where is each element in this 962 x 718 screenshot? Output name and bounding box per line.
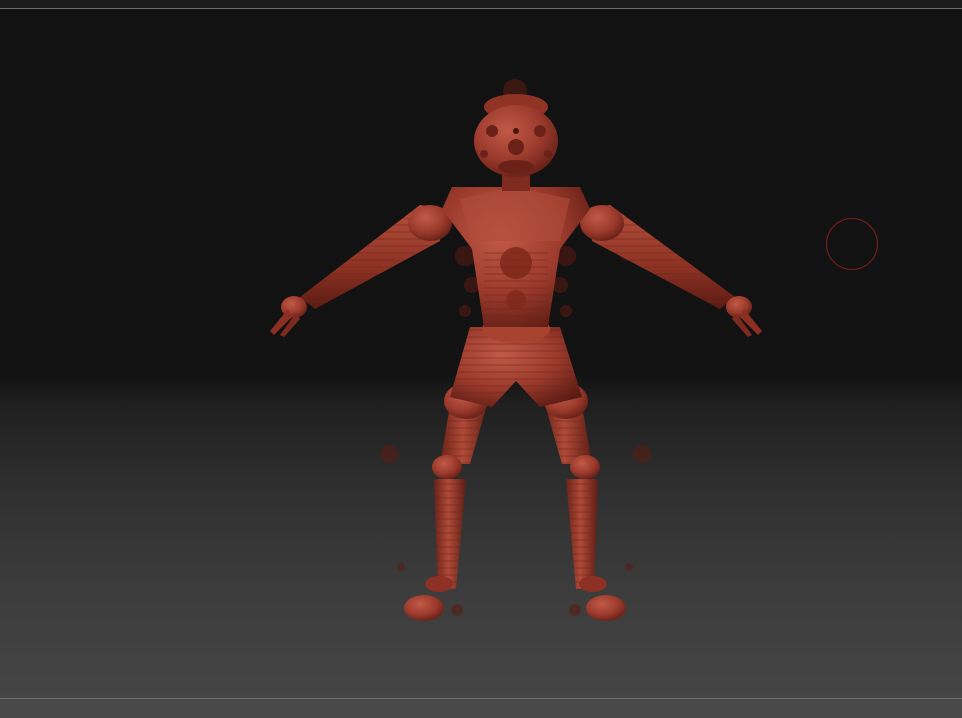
brush-circle-icon	[826, 218, 878, 270]
left-leg	[404, 383, 490, 621]
3d-viewport-canvas[interactable]	[0, 9, 962, 698]
pelvis	[450, 315, 582, 407]
bottom-status-strip	[0, 699, 962, 718]
right-leg	[542, 383, 626, 621]
application-window	[0, 0, 962, 718]
head	[474, 94, 558, 177]
top-toolbar-strip	[0, 0, 962, 8]
right-arm	[580, 205, 762, 337]
left-arm	[270, 205, 452, 337]
sculpt-model[interactable]	[0, 9, 962, 698]
